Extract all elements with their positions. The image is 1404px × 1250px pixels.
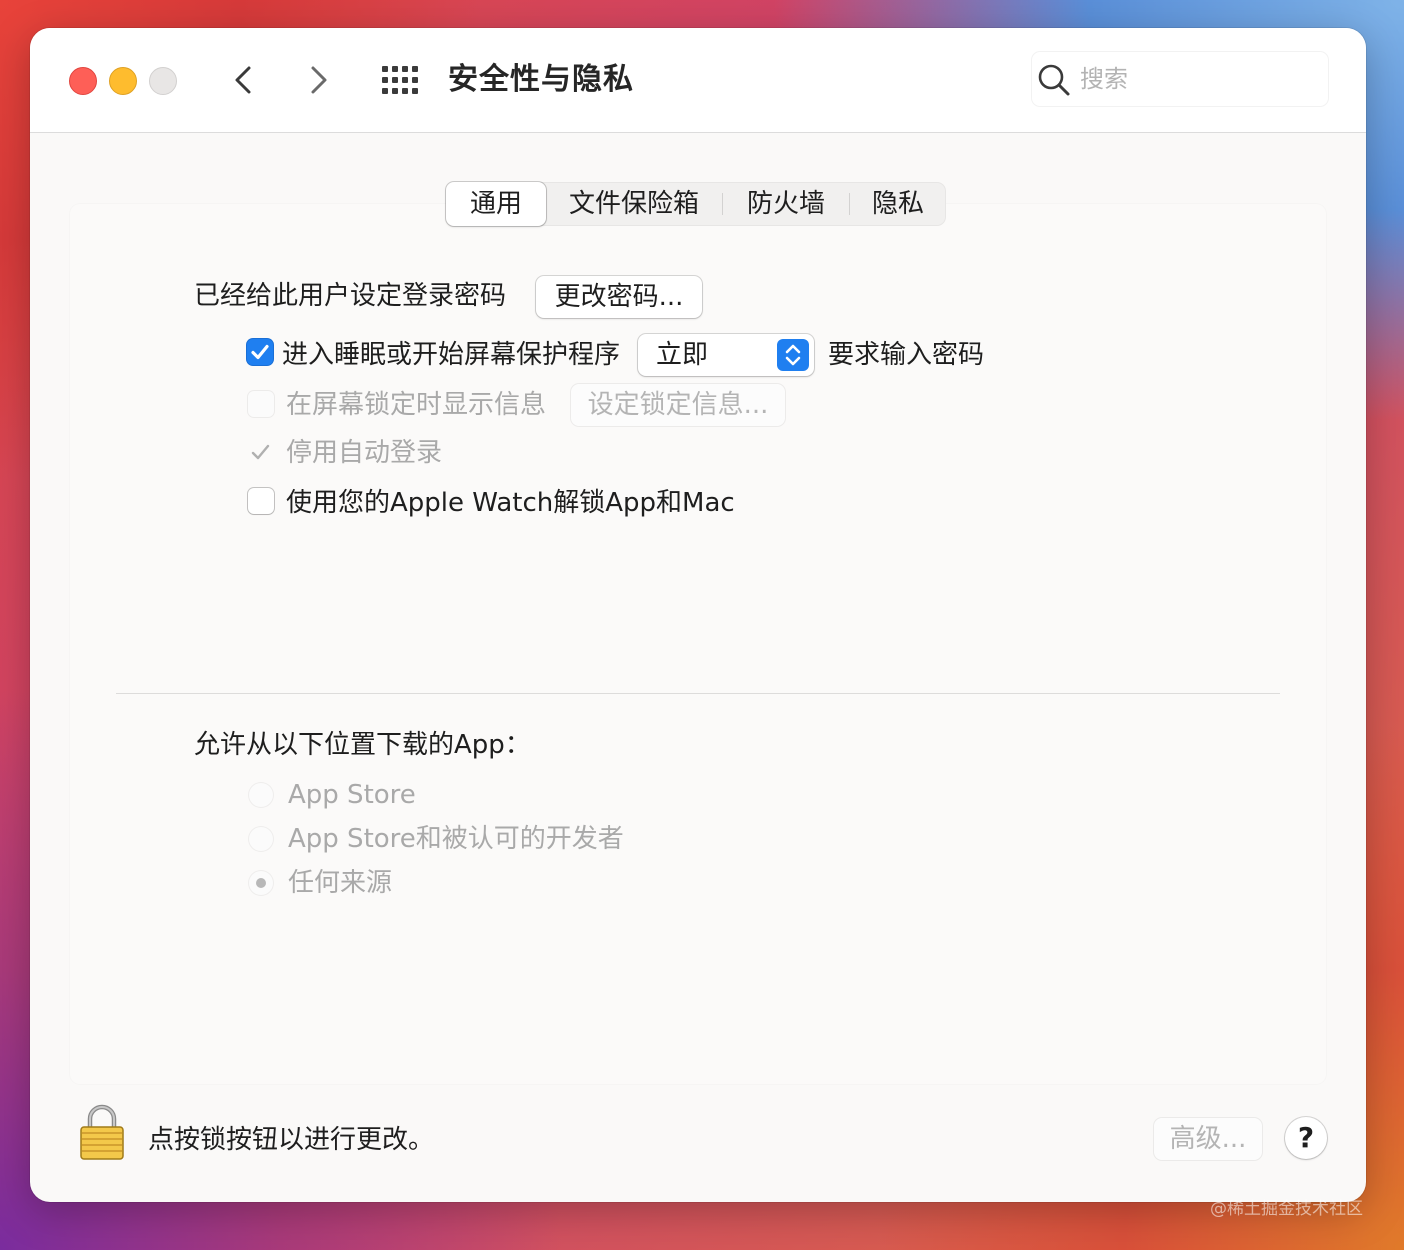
lock-button[interactable] — [78, 1104, 126, 1162]
radio-app-store-identified-label: App Store和被认可的开发者 — [288, 824, 624, 854]
tab-bar: 通用 文件保险箱 防火墙 隐私 — [446, 182, 946, 226]
tab-general[interactable]: 通用 — [446, 182, 546, 226]
radio-anywhere-label: 任何来源 — [288, 868, 393, 898]
grid-icon — [382, 66, 418, 94]
radio-app-store-label: App Store — [288, 780, 416, 810]
chevron-right-icon — [311, 66, 327, 94]
popup-arrows-icon — [777, 339, 809, 371]
set-lock-message-button[interactable]: 设定锁定信息... — [571, 384, 785, 426]
search-input[interactable] — [1080, 60, 1320, 98]
search-icon — [1038, 64, 1070, 96]
preferences-window: 安全性与隐私 通用 文件保险箱 防火墙 隐私 已经给此用户设定登录密码 更改密码… — [30, 28, 1366, 1202]
zoom-window-button[interactable] — [149, 67, 177, 95]
show-message-label: 在屏幕锁定时显示信息 — [286, 390, 547, 420]
title-bar: 安全性与隐私 — [30, 28, 1366, 133]
section-divider — [116, 693, 1280, 694]
show-message-checkbox[interactable] — [248, 391, 274, 417]
downloads-heading: 允许从以下位置下载的App： — [194, 730, 531, 760]
password-set-label: 已经给此用户设定登录密码 — [194, 281, 507, 311]
password-delay-popup[interactable]: 立即 — [638, 334, 814, 376]
show-all-button[interactable] — [382, 66, 420, 96]
search-field[interactable] — [1032, 52, 1328, 106]
tab-privacy[interactable]: 隐私 — [850, 182, 946, 226]
disable-auto-login-label: 停用自动登录 — [286, 438, 443, 468]
help-button[interactable]: ? — [1285, 1117, 1327, 1159]
lock-icon — [80, 1104, 124, 1160]
radio-selected-dot — [256, 878, 266, 888]
radio-anywhere[interactable] — [249, 871, 273, 895]
require-password-suffix: 要求输入密码 — [828, 340, 985, 370]
checkmark-icon — [251, 344, 269, 360]
radio-app-store[interactable] — [249, 783, 273, 807]
disable-auto-login-checkbox[interactable] — [248, 439, 274, 465]
apple-watch-unlock-label: 使用您的Apple Watch解锁App和Mac — [286, 488, 735, 518]
tab-firewall[interactable]: 防火墙 — [723, 182, 849, 226]
window-title: 安全性与隐私 — [448, 62, 634, 97]
change-password-button[interactable]: 更改密码... — [536, 276, 702, 318]
require-password-checkbox[interactable] — [247, 339, 273, 365]
apple-watch-unlock-checkbox[interactable] — [248, 488, 274, 514]
password-delay-value: 立即 — [656, 340, 709, 370]
tab-filevault[interactable]: 文件保险箱 — [546, 182, 722, 226]
chevron-left-icon — [235, 66, 251, 94]
radio-app-store-identified[interactable] — [249, 827, 273, 851]
close-window-button[interactable] — [69, 67, 97, 95]
require-password-prefix: 进入睡眠或开始屏幕保护程序 — [282, 340, 621, 370]
lock-instruction-text: 点按锁按钮以进行更改。 — [148, 1125, 435, 1155]
forward-button[interactable] — [300, 62, 336, 98]
advanced-button[interactable]: 高级... — [1154, 1118, 1262, 1160]
minimize-window-button[interactable] — [109, 67, 137, 95]
back-button[interactable] — [226, 62, 262, 98]
checkmark-icon — [251, 444, 270, 460]
watermark-text: @稀土掘金技术社区 — [1210, 1199, 1363, 1219]
